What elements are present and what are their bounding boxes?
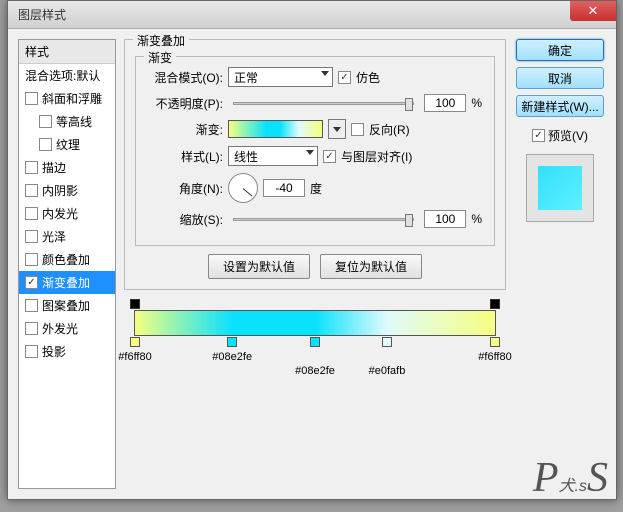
style-label: 斜面和浮雕 xyxy=(42,90,102,107)
angle-input[interactable] xyxy=(263,179,305,197)
stop-hex-label: #f6ff80 xyxy=(118,351,151,363)
style-label: 纹理 xyxy=(56,136,80,153)
style-label: 颜色叠加 xyxy=(42,251,90,268)
preview-swatch xyxy=(526,154,594,222)
gradient-dropdown[interactable] xyxy=(328,119,346,139)
blend-mode-select[interactable]: 正常 xyxy=(228,67,333,87)
cancel-button[interactable]: 取消 xyxy=(516,67,604,89)
style-item[interactable]: 光泽 xyxy=(19,225,115,248)
style-checkbox[interactable] xyxy=(39,115,52,128)
style-item[interactable]: 颜色叠加 xyxy=(19,248,115,271)
gradient-subgroup: 渐变 混合模式(O): 正常 仿色 不透明度(P): % xyxy=(135,56,495,246)
gradient-overlay-group: 渐变叠加 渐变 混合模式(O): 正常 仿色 不透明度(P): xyxy=(124,39,506,290)
window-title: 图层样式 xyxy=(18,6,66,23)
make-default-button[interactable]: 设置为默认值 xyxy=(208,254,310,279)
style-label: 渐变叠加 xyxy=(42,274,90,291)
opacity-stop[interactable] xyxy=(490,299,500,309)
ok-button[interactable]: 确定 xyxy=(516,39,604,61)
reset-default-button[interactable]: 复位为默认值 xyxy=(320,254,422,279)
style-label: 投影 xyxy=(42,343,66,360)
new-style-button[interactable]: 新建样式(W)... xyxy=(516,95,604,117)
chevron-down-icon xyxy=(333,127,341,132)
dither-label: 仿色 xyxy=(356,69,380,86)
opacity-slider[interactable] xyxy=(233,102,414,105)
style-checkbox[interactable] xyxy=(25,345,38,358)
style-item[interactable]: 纹理 xyxy=(19,133,115,156)
style-label: 内阴影 xyxy=(42,182,78,199)
reverse-checkbox[interactable] xyxy=(351,123,364,136)
preview-checkbox[interactable] xyxy=(532,129,545,142)
angle-dial[interactable] xyxy=(228,173,258,203)
style-item[interactable]: 外发光 xyxy=(19,317,115,340)
scale-slider[interactable] xyxy=(233,218,414,221)
reverse-label: 反向(R) xyxy=(369,121,410,138)
stop-hex-label: #f6ff80 xyxy=(478,351,511,363)
style-label: 图案叠加 xyxy=(42,297,90,314)
color-stop[interactable] xyxy=(227,337,237,347)
angle-unit: 度 xyxy=(310,180,322,197)
style-checkbox[interactable] xyxy=(25,230,38,243)
stop-hex-label: #e0fafb xyxy=(369,365,406,377)
blend-mode-label: 混合模式(O): xyxy=(148,69,223,86)
stop-hex-label: #08e2fe xyxy=(212,351,252,363)
color-stop[interactable] xyxy=(490,337,500,347)
gradient-picker[interactable] xyxy=(228,120,323,138)
style-item[interactable]: 内阴影 xyxy=(19,179,115,202)
style-label: 等高线 xyxy=(56,113,92,130)
close-button[interactable]: ✕ xyxy=(570,1,616,21)
blend-options-item[interactable]: 混合选项:默认 xyxy=(19,64,115,87)
gradient-bar[interactable]: #f6ff80 #08e2fe #08e2fe #e0fafb #f6ff80 xyxy=(134,310,496,336)
dither-checkbox[interactable] xyxy=(338,71,351,84)
style-checkbox[interactable] xyxy=(25,184,38,197)
opacity-label: 不透明度(P): xyxy=(148,95,223,112)
scale-input[interactable] xyxy=(424,210,466,228)
style-checkbox[interactable] xyxy=(25,161,38,174)
group-legend: 渐变叠加 xyxy=(133,32,189,49)
style-checkbox[interactable] xyxy=(25,92,38,105)
layer-style-dialog: 图层样式 ✕ 样式 混合选项:默认 斜面和浮雕等高线纹理描边内阴影内发光光泽颜色… xyxy=(7,0,617,500)
style-item[interactable]: 图案叠加 xyxy=(19,294,115,317)
gradient-label: 渐变: xyxy=(148,121,223,138)
right-panel: 确定 取消 新建样式(W)... 预览(V) xyxy=(514,39,606,489)
opacity-stop[interactable] xyxy=(130,299,140,309)
subgroup-legend: 渐变 xyxy=(144,49,176,66)
titlebar[interactable]: 图层样式 ✕ xyxy=(8,1,616,29)
style-item[interactable]: 内发光 xyxy=(19,202,115,225)
style-item[interactable]: 斜面和浮雕 xyxy=(19,87,115,110)
style-label: 样式(L): xyxy=(148,148,223,165)
align-checkbox[interactable] xyxy=(323,150,336,163)
style-checkbox[interactable] xyxy=(25,276,38,289)
style-item[interactable]: 渐变叠加 xyxy=(19,271,115,294)
gradient-editor: #f6ff80 #08e2fe #08e2fe #e0fafb #f6ff80 xyxy=(124,310,506,336)
color-stop[interactable] xyxy=(310,337,320,347)
style-label: 外发光 xyxy=(42,320,78,337)
style-checkbox[interactable] xyxy=(25,207,38,220)
style-checkbox[interactable] xyxy=(39,138,52,151)
style-label: 光泽 xyxy=(42,228,66,245)
angle-label: 角度(N): xyxy=(148,180,223,197)
style-label: 内发光 xyxy=(42,205,78,222)
styles-list: 样式 混合选项:默认 斜面和浮雕等高线纹理描边内阴影内发光光泽颜色叠加渐变叠加图… xyxy=(18,39,116,489)
center-panel: 渐变叠加 渐变 混合模式(O): 正常 仿色 不透明度(P): xyxy=(124,39,506,489)
chevron-down-icon xyxy=(306,150,314,155)
style-checkbox[interactable] xyxy=(25,322,38,335)
align-label: 与图层对齐(I) xyxy=(341,148,412,165)
style-item[interactable]: 等高线 xyxy=(19,110,115,133)
preview-label: 预览(V) xyxy=(548,127,588,144)
style-checkbox[interactable] xyxy=(25,299,38,312)
scale-label: 缩放(S): xyxy=(148,211,223,228)
style-checkbox[interactable] xyxy=(25,253,38,266)
style-item[interactable]: 描边 xyxy=(19,156,115,179)
style-label: 描边 xyxy=(42,159,66,176)
stop-hex-label: #08e2fe xyxy=(295,365,335,377)
styles-header[interactable]: 样式 xyxy=(19,40,115,64)
color-stop[interactable] xyxy=(382,337,392,347)
style-item[interactable]: 投影 xyxy=(19,340,115,363)
style-select[interactable]: 线性 xyxy=(228,146,318,166)
color-stop[interactable] xyxy=(130,337,140,347)
chevron-down-icon xyxy=(321,71,329,76)
opacity-input[interactable] xyxy=(424,94,466,112)
